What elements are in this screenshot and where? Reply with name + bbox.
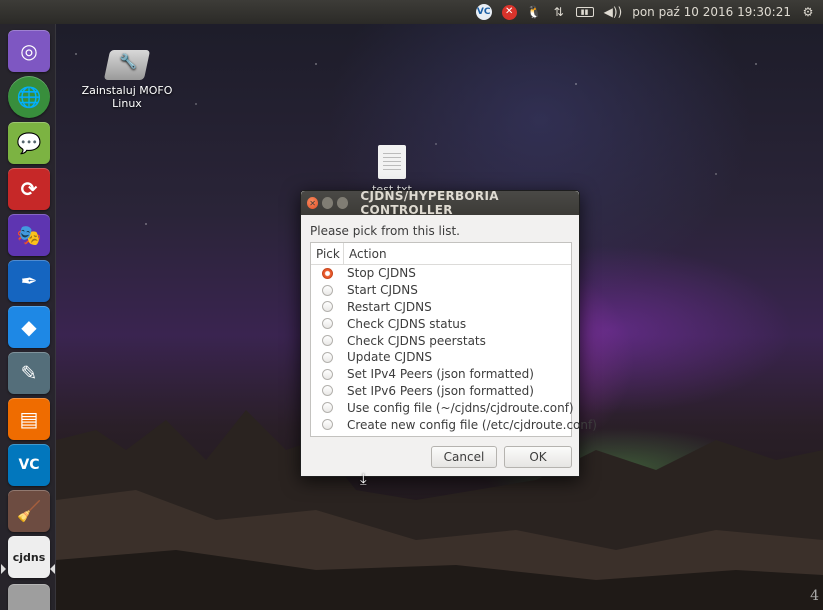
pen-app-icon[interactable]: ✒ xyxy=(8,260,50,302)
archive-icon[interactable]: ▤ xyxy=(8,398,50,440)
veracrypt-tray-icon[interactable]: VC xyxy=(475,4,492,20)
row-label: Stop CJDNS xyxy=(347,266,416,281)
cancel-button[interactable]: Cancel xyxy=(431,446,497,468)
ubuntu-dash-icon[interactable]: ◎ xyxy=(8,30,50,72)
mask-app-icon[interactable]: 🎭 xyxy=(8,214,50,256)
kodi-icon[interactable]: ◆ xyxy=(8,306,50,348)
close-window-button[interactable]: ✕ xyxy=(307,197,319,209)
battery-icon[interactable]: ▮▮ xyxy=(575,7,594,17)
action-list: Pick Action Stop CJDNS Start CJDNS Restart… xyxy=(310,242,597,437)
speaker-icon[interactable]: ◀)) xyxy=(604,4,623,20)
chat-icon[interactable]: 💬 xyxy=(8,122,50,164)
list-row[interactable]: Restart CJDNS xyxy=(311,299,571,316)
dialog-prompt: Please pick from this list. xyxy=(310,224,460,238)
close-circle-tray-icon[interactable]: ✕ xyxy=(501,4,517,20)
install-desktop-icon[interactable]: Zainstaluj MOFO Linux xyxy=(80,50,174,110)
install-label-line2: Linux xyxy=(112,97,142,110)
radio-button[interactable] xyxy=(322,351,333,363)
mouse-cursor-icon: ⤓ xyxy=(360,470,367,488)
row-label: Start CJDNS xyxy=(347,283,418,298)
list-row[interactable]: Check CJDNS peerstats xyxy=(311,332,571,349)
list-row[interactable]: Check CJDNS status xyxy=(311,315,571,332)
radio-button[interactable] xyxy=(322,402,333,414)
radio-button[interactable] xyxy=(322,368,333,380)
list-header: Pick Action xyxy=(311,243,571,265)
column-header-pick[interactable]: Pick xyxy=(311,243,344,264)
row-label: Set IPv6 Peers (json formatted) xyxy=(347,383,534,398)
list-row[interactable]: Stop CJDNS xyxy=(311,265,571,282)
row-label: Create new config file (/etc/cjdroute.co… xyxy=(347,417,597,432)
install-label-line1: Zainstaluj MOFO xyxy=(81,84,173,97)
top-panel: VC ✕ 🐧 ⇅ ▮▮ ◀)) pon paź 10 2016 19:30:21… xyxy=(0,0,823,24)
text-file-icon xyxy=(378,145,406,179)
row-label: Check CJDNS peerstats xyxy=(347,333,486,348)
list-row[interactable]: Start CJDNS xyxy=(311,282,571,299)
launcher: ◎ 🌐 💬 ⟳ 🎭 ✒ ◆ ✎ ▤ VC 🧹 cjdns xyxy=(0,24,56,610)
text-editor-icon[interactable]: ✎ xyxy=(8,352,50,394)
radio-button[interactable] xyxy=(322,267,333,279)
bleachbit-icon[interactable]: 🧹 xyxy=(8,490,50,532)
radio-button[interactable] xyxy=(322,318,333,330)
globe-browser-icon[interactable]: 🌐 xyxy=(8,76,50,118)
row-label: Use config file (~/cjdns/cjdroute.conf) xyxy=(347,400,574,415)
dialog-title: CJDNS/HYPERBORIA CONTROLLER xyxy=(360,189,499,217)
radio-button[interactable] xyxy=(322,301,333,313)
corner-text: 4 xyxy=(810,588,819,604)
column-header-action[interactable]: Action xyxy=(344,243,387,264)
row-label: Check CJDNS status xyxy=(347,316,467,331)
list-row[interactable]: Update CJDNS xyxy=(311,349,571,366)
row-label: Set IPv4 Peers (json formatted) xyxy=(347,367,534,382)
clock[interactable]: pon paź 10 2016 19:30:21 xyxy=(632,5,791,19)
radio-button[interactable] xyxy=(322,419,333,431)
list-row[interactable]: Use config file (~/cjdns/cjdroute.conf) xyxy=(311,399,574,416)
updown-arrows-icon[interactable]: ⇅ xyxy=(552,4,566,20)
veracrypt-icon[interactable]: VC xyxy=(8,444,50,486)
radio-button[interactable] xyxy=(322,385,333,397)
row-label: Restart CJDNS xyxy=(347,299,432,314)
row-label: Update CJDNS xyxy=(347,350,433,365)
radio-button[interactable] xyxy=(322,284,333,296)
tux-tray-icon[interactable]: 🐧 xyxy=(527,4,542,20)
partial-launcher-icon[interactable] xyxy=(8,584,50,610)
list-row[interactable]: Set IPv4 Peers (json formatted) xyxy=(311,366,571,383)
minimize-window-button[interactable] xyxy=(322,197,334,209)
gear-icon[interactable]: ⚙ xyxy=(801,4,815,20)
active-indicator-right xyxy=(50,564,55,574)
list-row[interactable]: Create new config file (/etc/cjdroute.co… xyxy=(311,416,597,433)
list-row[interactable]: Set IPv6 Peers (json formatted) xyxy=(311,383,571,400)
list-rows: Stop CJDNS Start CJDNS Restart CJDNS Check … xyxy=(311,265,597,433)
ok-button[interactable]: OK xyxy=(504,446,572,468)
dialog-titlebar[interactable]: ✕ CJDNS/HYPERBORIA CONTROLLER xyxy=(301,189,579,217)
cjdns-controller-dialog: ✕ CJDNS/HYPERBORIA CONTROLLER Please pic… xyxy=(300,189,597,477)
drive-icon xyxy=(103,50,151,80)
sync-icon[interactable]: ⟳ xyxy=(8,168,50,210)
maximize-window-button[interactable] xyxy=(337,197,349,209)
radio-button[interactable] xyxy=(322,335,333,347)
active-indicator-left xyxy=(1,564,6,574)
cjdns-icon[interactable]: cjdns xyxy=(8,536,50,578)
